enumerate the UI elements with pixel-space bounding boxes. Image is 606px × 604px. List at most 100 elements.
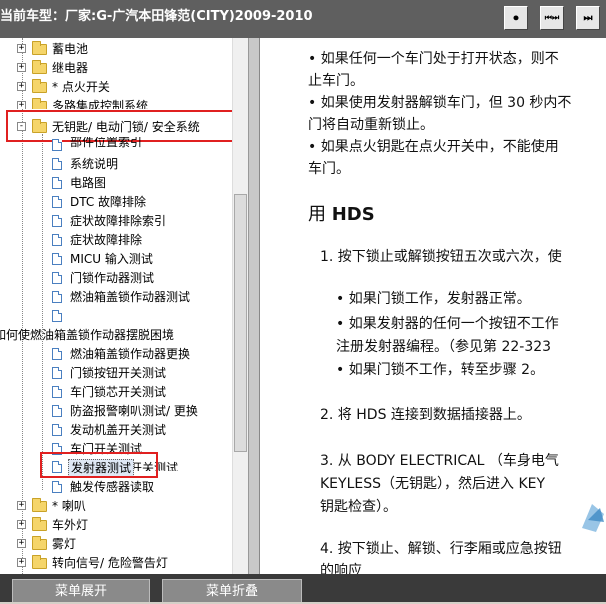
tree-item-door-lock-actuator[interactable]: 门锁作动器测试 xyxy=(0,269,232,287)
tree-item-label: 车外灯 xyxy=(52,518,89,532)
tree-item-door-cylinder-switch[interactable]: 车门锁芯开关测试 xyxy=(0,383,232,401)
tree-item-label: 雾灯 xyxy=(52,537,77,551)
tree-item-multiplex[interactable]: + 多路集成控制系统 xyxy=(0,97,232,109)
tree-item-fuel-lid-freeing[interactable]: 如何使燃油箱盖锁作动器摆脱困境 xyxy=(0,326,232,344)
tree-item-label: 症状故障排除索引 xyxy=(70,214,167,228)
tree-item-label: 症状故障排除 xyxy=(70,233,143,247)
folder-icon xyxy=(32,98,47,109)
tree-item-label: 多路集成控制系统 xyxy=(52,99,149,109)
toolbar-button-1[interactable]: ⏺ xyxy=(504,6,528,30)
folder-icon xyxy=(32,555,47,569)
doc-bullet: 止车门。 xyxy=(308,73,364,89)
tree-item-symptom-index[interactable]: 症状故障排除索引 xyxy=(0,212,232,230)
doc-step-2: 2. 将 HDS 连接到数据插接器上。 xyxy=(320,407,531,423)
tree-item-label: 系统说明 xyxy=(70,157,119,171)
title-bar: 当前车型：厂家:G-广汽本田锋范(CITY)2009-2010 ⏺ ⏮⏭ ⏭ xyxy=(0,0,606,38)
tree-item-label: 车门锁芯开关测试 xyxy=(70,385,167,399)
toolbar-button-2[interactable]: ⏮⏭ xyxy=(540,6,564,30)
doc-sub-bullet: 注册发射器编程。（参见第 22-323 xyxy=(336,339,552,355)
tree-item-label: 防盗报警喇叭测试/ 更换 xyxy=(70,404,198,418)
tree-item-label: 触发传感器读取 xyxy=(70,480,155,494)
doc-step-3: 钥匙检查）。 xyxy=(320,499,397,515)
tree-item-label: 蓄电池 xyxy=(52,42,89,56)
expand-icon[interactable]: + xyxy=(17,101,26,109)
tree-item-micu[interactable]: MICU 输入测试 xyxy=(0,250,232,268)
tree-item-label: MICU 输入测试 xyxy=(70,252,153,266)
tree-item-trigger-sensor[interactable]: 触发传感器读取 xyxy=(0,478,232,496)
tree-item-turn-hazard[interactable]: + 转向信号/ 危险警告灯 xyxy=(0,554,232,572)
page-icon xyxy=(52,177,62,189)
tree-item-alarm-horn[interactable]: 防盗报警喇叭测试/ 更换 xyxy=(0,402,232,420)
tree-item-lock-button-switch[interactable]: 门锁按钮开关测试 xyxy=(0,364,232,382)
doc-step-4: 4. 按下锁止、解锁、行李厢或应急按钮 xyxy=(320,541,562,557)
tree-item-label: * 喇叭 xyxy=(52,499,86,513)
tree-item-blank[interactable] xyxy=(0,307,232,325)
tree-item-label: DTC 故障排除 xyxy=(70,195,147,209)
expand-icon[interactable]: + xyxy=(17,520,26,529)
folder-icon xyxy=(32,60,47,74)
tree-scrollbar[interactable] xyxy=(232,38,249,574)
tree-item-label: 转向信号/ 危险警告灯 xyxy=(52,556,168,570)
doc-bullet: • 如果任何一个车门处于打开状态，则不 xyxy=(308,51,559,67)
doc-step-1: 1. 按下锁止或解锁按钮五次或六次，使 xyxy=(320,249,562,265)
expand-icon[interactable]: + xyxy=(17,44,26,53)
tree-item-label: 继电器 xyxy=(52,61,89,75)
tree-item-label: 门锁按钮开关测试 xyxy=(70,366,167,380)
expand-icon[interactable]: + xyxy=(17,63,26,72)
folder-icon xyxy=(32,79,47,93)
page-icon xyxy=(52,405,62,417)
tree-item-label: 部件位置索引 xyxy=(70,137,143,149)
page-icon xyxy=(52,424,62,436)
watermark-logo-icon xyxy=(582,504,604,532)
expand-icon[interactable]: + xyxy=(17,82,26,91)
page-icon xyxy=(52,481,62,493)
tree-item-relay[interactable]: + 继电器 xyxy=(0,59,232,77)
tree-item-system-description[interactable]: 系统说明 xyxy=(0,155,232,173)
window-title: 当前车型：厂家:G-广汽本田锋范(CITY)2009-2010 xyxy=(0,9,313,24)
expand-icon[interactable]: + xyxy=(17,539,26,548)
tree-item-component-index[interactable]: 部件位置索引 xyxy=(0,137,232,151)
tree-item-hood-switch[interactable]: 发动机盖开关测试 xyxy=(0,421,232,439)
tree-item-exterior-lights[interactable]: + 车外灯 xyxy=(0,516,232,534)
doc-step-4: 的响应 xyxy=(320,563,362,574)
record-icon: ⏺ xyxy=(513,12,519,24)
folder-icon xyxy=(32,498,47,512)
document-panel: • 如果任何一个车门处于打开状态，则不 止车门。 • 如果使用发射器解锁车门，但… xyxy=(260,38,606,574)
tree-item-circuit-diagram[interactable]: 电路图 xyxy=(0,174,232,192)
doc-heading-hds: HDS xyxy=(331,204,375,225)
page-icon xyxy=(52,386,62,398)
page-icon xyxy=(52,215,62,227)
tree-item-label: 电路图 xyxy=(70,176,107,190)
tree-item-label: * 点火开关 xyxy=(52,80,110,94)
doc-heading: 用 HDS xyxy=(308,202,375,228)
expand-icon[interactable]: + xyxy=(17,558,26,567)
collapse-menu-button[interactable]: 菜单折叠 xyxy=(162,579,302,602)
tree-item-dtc[interactable]: DTC 故障排除 xyxy=(0,193,232,211)
tree-item-fuel-lid-replace[interactable]: 燃油箱盖锁作动器更换 xyxy=(0,345,232,363)
page-icon xyxy=(52,158,62,170)
tree-item-horn[interactable]: + * 喇叭 xyxy=(0,497,232,515)
doc-sub-bullet: • 如果门锁工作，发射器正常。 xyxy=(336,291,531,307)
tree-item-battery[interactable]: + 蓄电池 xyxy=(0,40,232,58)
page-icon xyxy=(52,196,62,208)
page-icon xyxy=(52,272,62,284)
doc-heading-prefix: 用 xyxy=(308,204,332,225)
highlight-box-transmitter xyxy=(40,452,158,478)
tree-item-symptom[interactable]: 症状故障排除 xyxy=(0,231,232,249)
expand-menu-button[interactable]: 菜单展开 xyxy=(12,579,150,602)
tree-panel[interactable]: + 蓄电池 + 继电器 + * 点火开关 + 多路集成控制系统 - 无钥匙/ 电… xyxy=(0,38,232,574)
page-icon xyxy=(52,348,62,360)
panel-splitter[interactable] xyxy=(248,38,260,574)
tree-item-label: 燃油箱盖锁作动器更换 xyxy=(70,347,191,361)
doc-step-3: KEYLESS（无钥匙），然后进入 KEY xyxy=(320,476,546,492)
tree-item-ignition-switch[interactable]: + * 点火开关 xyxy=(0,78,232,96)
toolbar-button-3[interactable]: ⏭ xyxy=(576,6,600,30)
scrollbar-thumb[interactable] xyxy=(234,194,247,452)
tree-item-fuel-lid-actuator[interactable]: 燃油箱盖锁作动器测试 xyxy=(0,288,232,306)
tree-item-label: 如何使燃油箱盖锁作动器摆脱困境 xyxy=(0,328,175,342)
doc-sub-bullet: • 如果发射器的任何一个按钮不工作 xyxy=(336,316,559,332)
expand-icon[interactable]: + xyxy=(17,501,26,510)
tree-item-fog-lights[interactable]: + 雾灯 xyxy=(0,535,232,553)
page-icon xyxy=(52,253,62,265)
page-icon xyxy=(52,367,62,379)
